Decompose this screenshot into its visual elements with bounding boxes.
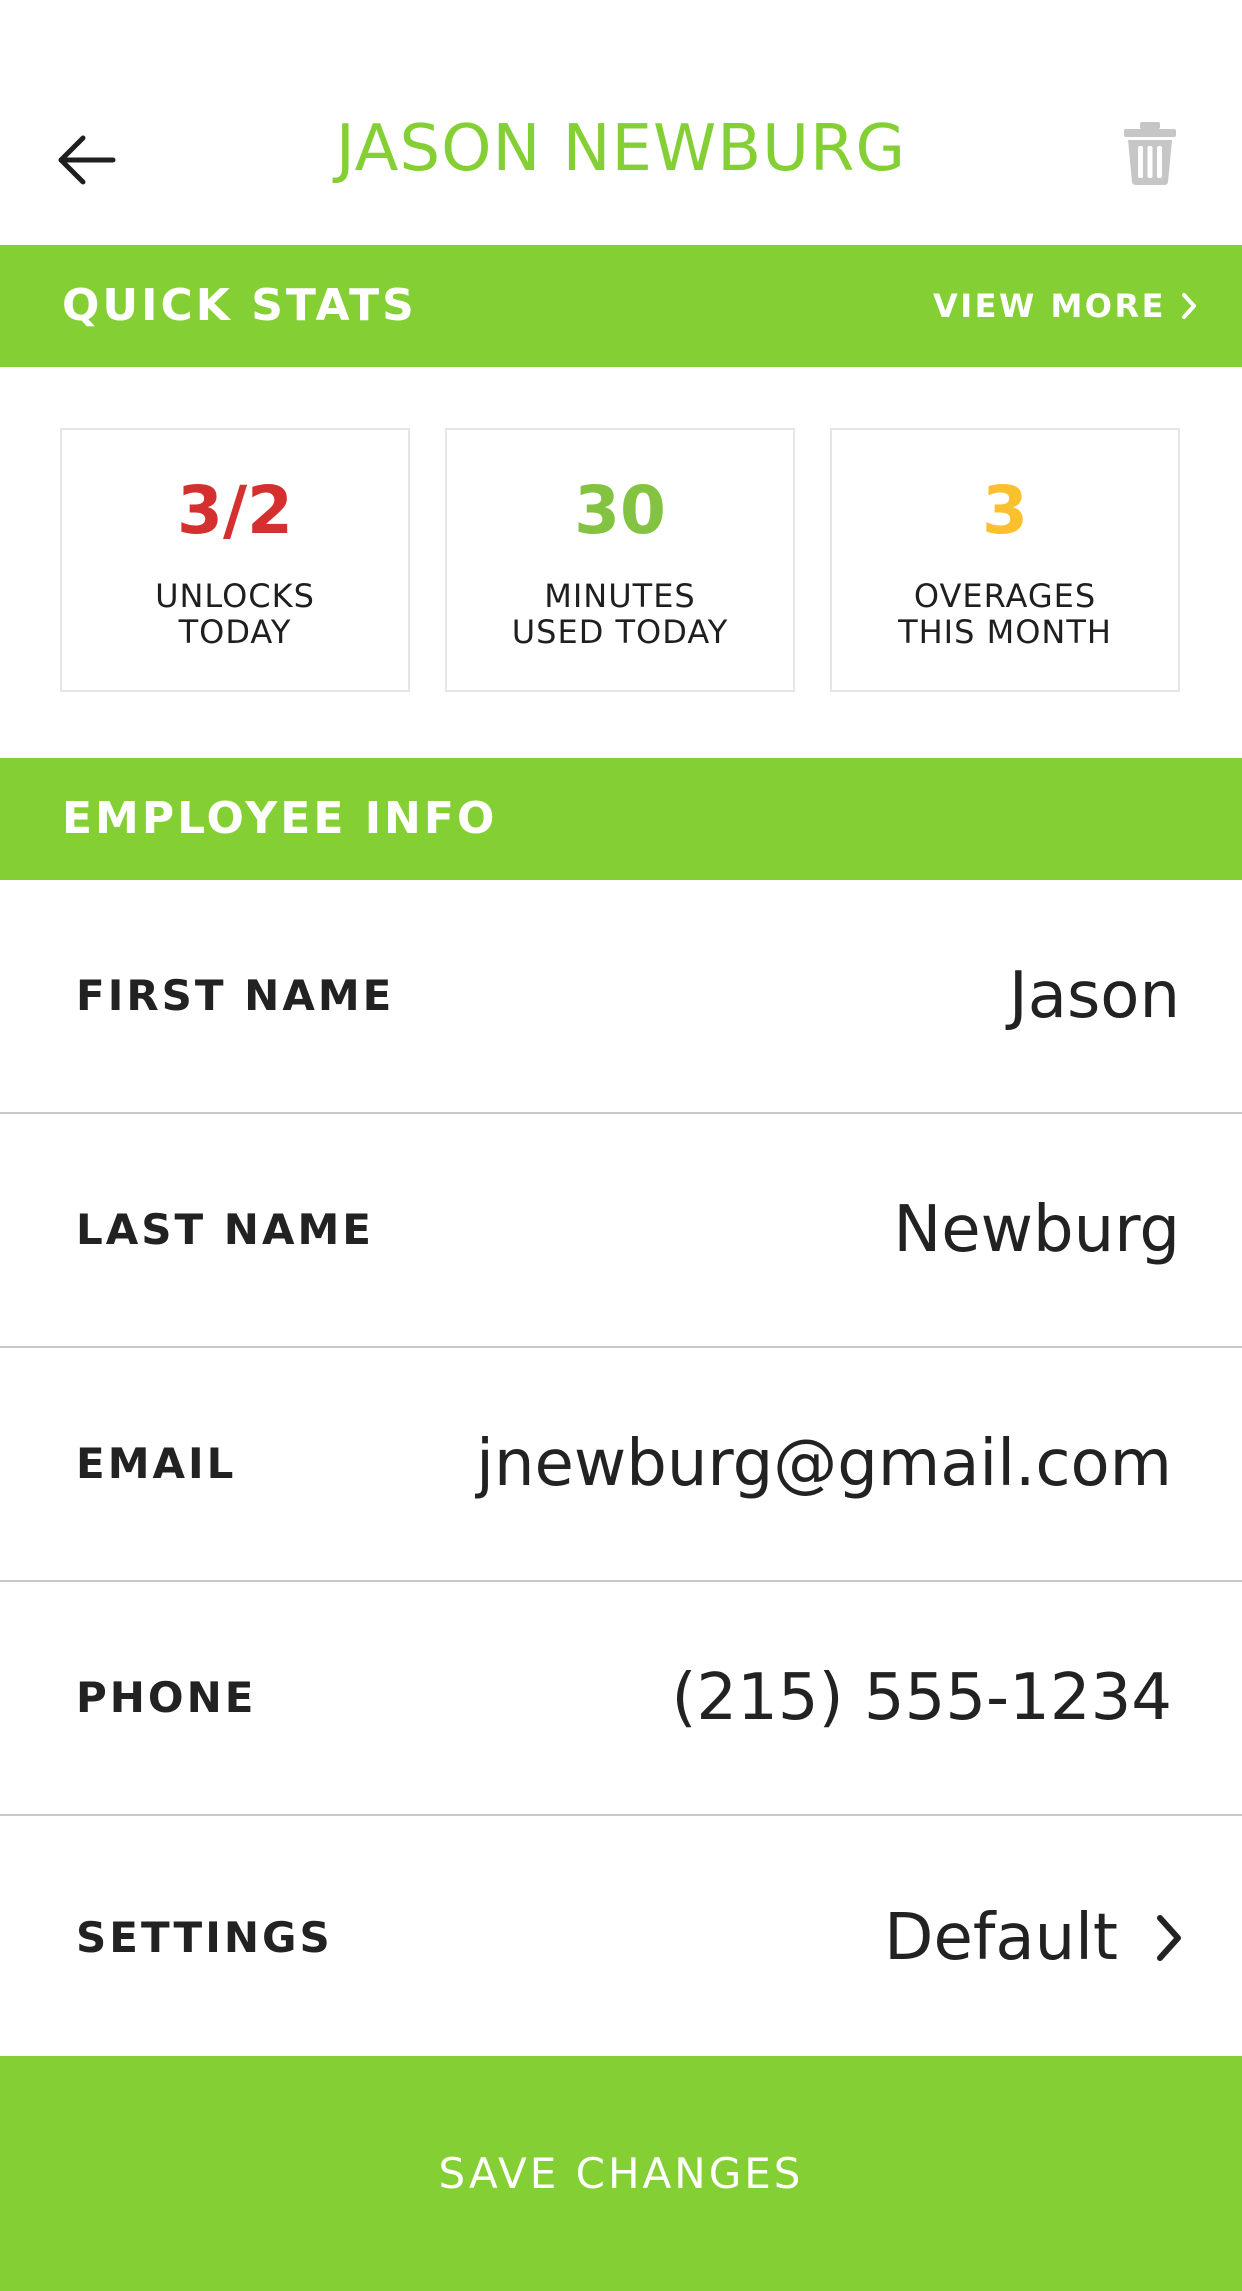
page-title: JASON NEWBURG [335, 112, 907, 186]
delete-button[interactable] [1120, 120, 1180, 186]
save-changes-button[interactable]: SAVE CHANGES [0, 2056, 1242, 2291]
view-more-label: VIEW MORE [932, 287, 1166, 325]
stat-card-overages: 3 OVERAGES THIS MONTH [830, 428, 1180, 692]
settings-value: Default [884, 1901, 1118, 1975]
first-name-label: FIRST NAME [76, 971, 395, 1020]
settings-label: SETTINGS [76, 1913, 333, 1962]
stat-value: 3 [982, 472, 1028, 549]
phone-label: PHONE [76, 1673, 257, 1722]
email-label: EMAIL [76, 1439, 237, 1488]
stat-label: OVERAGES THIS MONTH [898, 577, 1112, 651]
stats-row: 3/2 UNLOCKS TODAY 30 MINUTES USED TODAY … [60, 428, 1182, 694]
last-name-row[interactable]: LAST NAME Newburg [0, 1114, 1242, 1348]
first-name-value[interactable]: Jason [1009, 880, 1180, 1112]
quick-stats-title: QUICK STATS [62, 280, 417, 331]
employee-info-header: EMPLOYEE INFO [0, 758, 1242, 880]
quick-stats-header: QUICK STATS VIEW MORE [0, 245, 1242, 367]
phone-row[interactable]: PHONE (215) 555-1234 [0, 1582, 1242, 1816]
settings-selector[interactable]: Default [884, 1822, 1184, 2054]
save-changes-label: SAVE CHANGES [438, 2149, 804, 2198]
trash-icon [1124, 122, 1176, 185]
stat-label: UNLOCKS TODAY [155, 577, 315, 651]
chevron-right-icon [1157, 1915, 1181, 1961]
last-name-label: LAST NAME [76, 1205, 374, 1254]
view-more-link[interactable]: VIEW MORE [933, 245, 1198, 367]
stat-value: 30 [574, 472, 666, 549]
settings-row[interactable]: SETTINGS Default [0, 1822, 1242, 2056]
email-row[interactable]: EMAIL jnewburg@gmail.com [0, 1348, 1242, 1582]
stat-card-unlocks: 3/2 UNLOCKS TODAY [60, 428, 410, 692]
first-name-row[interactable]: FIRST NAME Jason [0, 880, 1242, 1114]
employee-info-title: EMPLOYEE INFO [62, 793, 498, 844]
stat-card-minutes: 30 MINUTES USED TODAY [445, 428, 795, 692]
app-header: JASON NEWBURG [0, 0, 1242, 245]
stat-label: MINUTES USED TODAY [511, 577, 729, 651]
phone-value[interactable]: (215) 555-1234 [671, 1582, 1172, 1814]
stat-value: 3/2 [177, 472, 293, 549]
email-value[interactable]: jnewburg@gmail.com [476, 1348, 1172, 1580]
chevron-right-icon [1182, 293, 1196, 319]
last-name-value[interactable]: Newburg [893, 1114, 1180, 1346]
